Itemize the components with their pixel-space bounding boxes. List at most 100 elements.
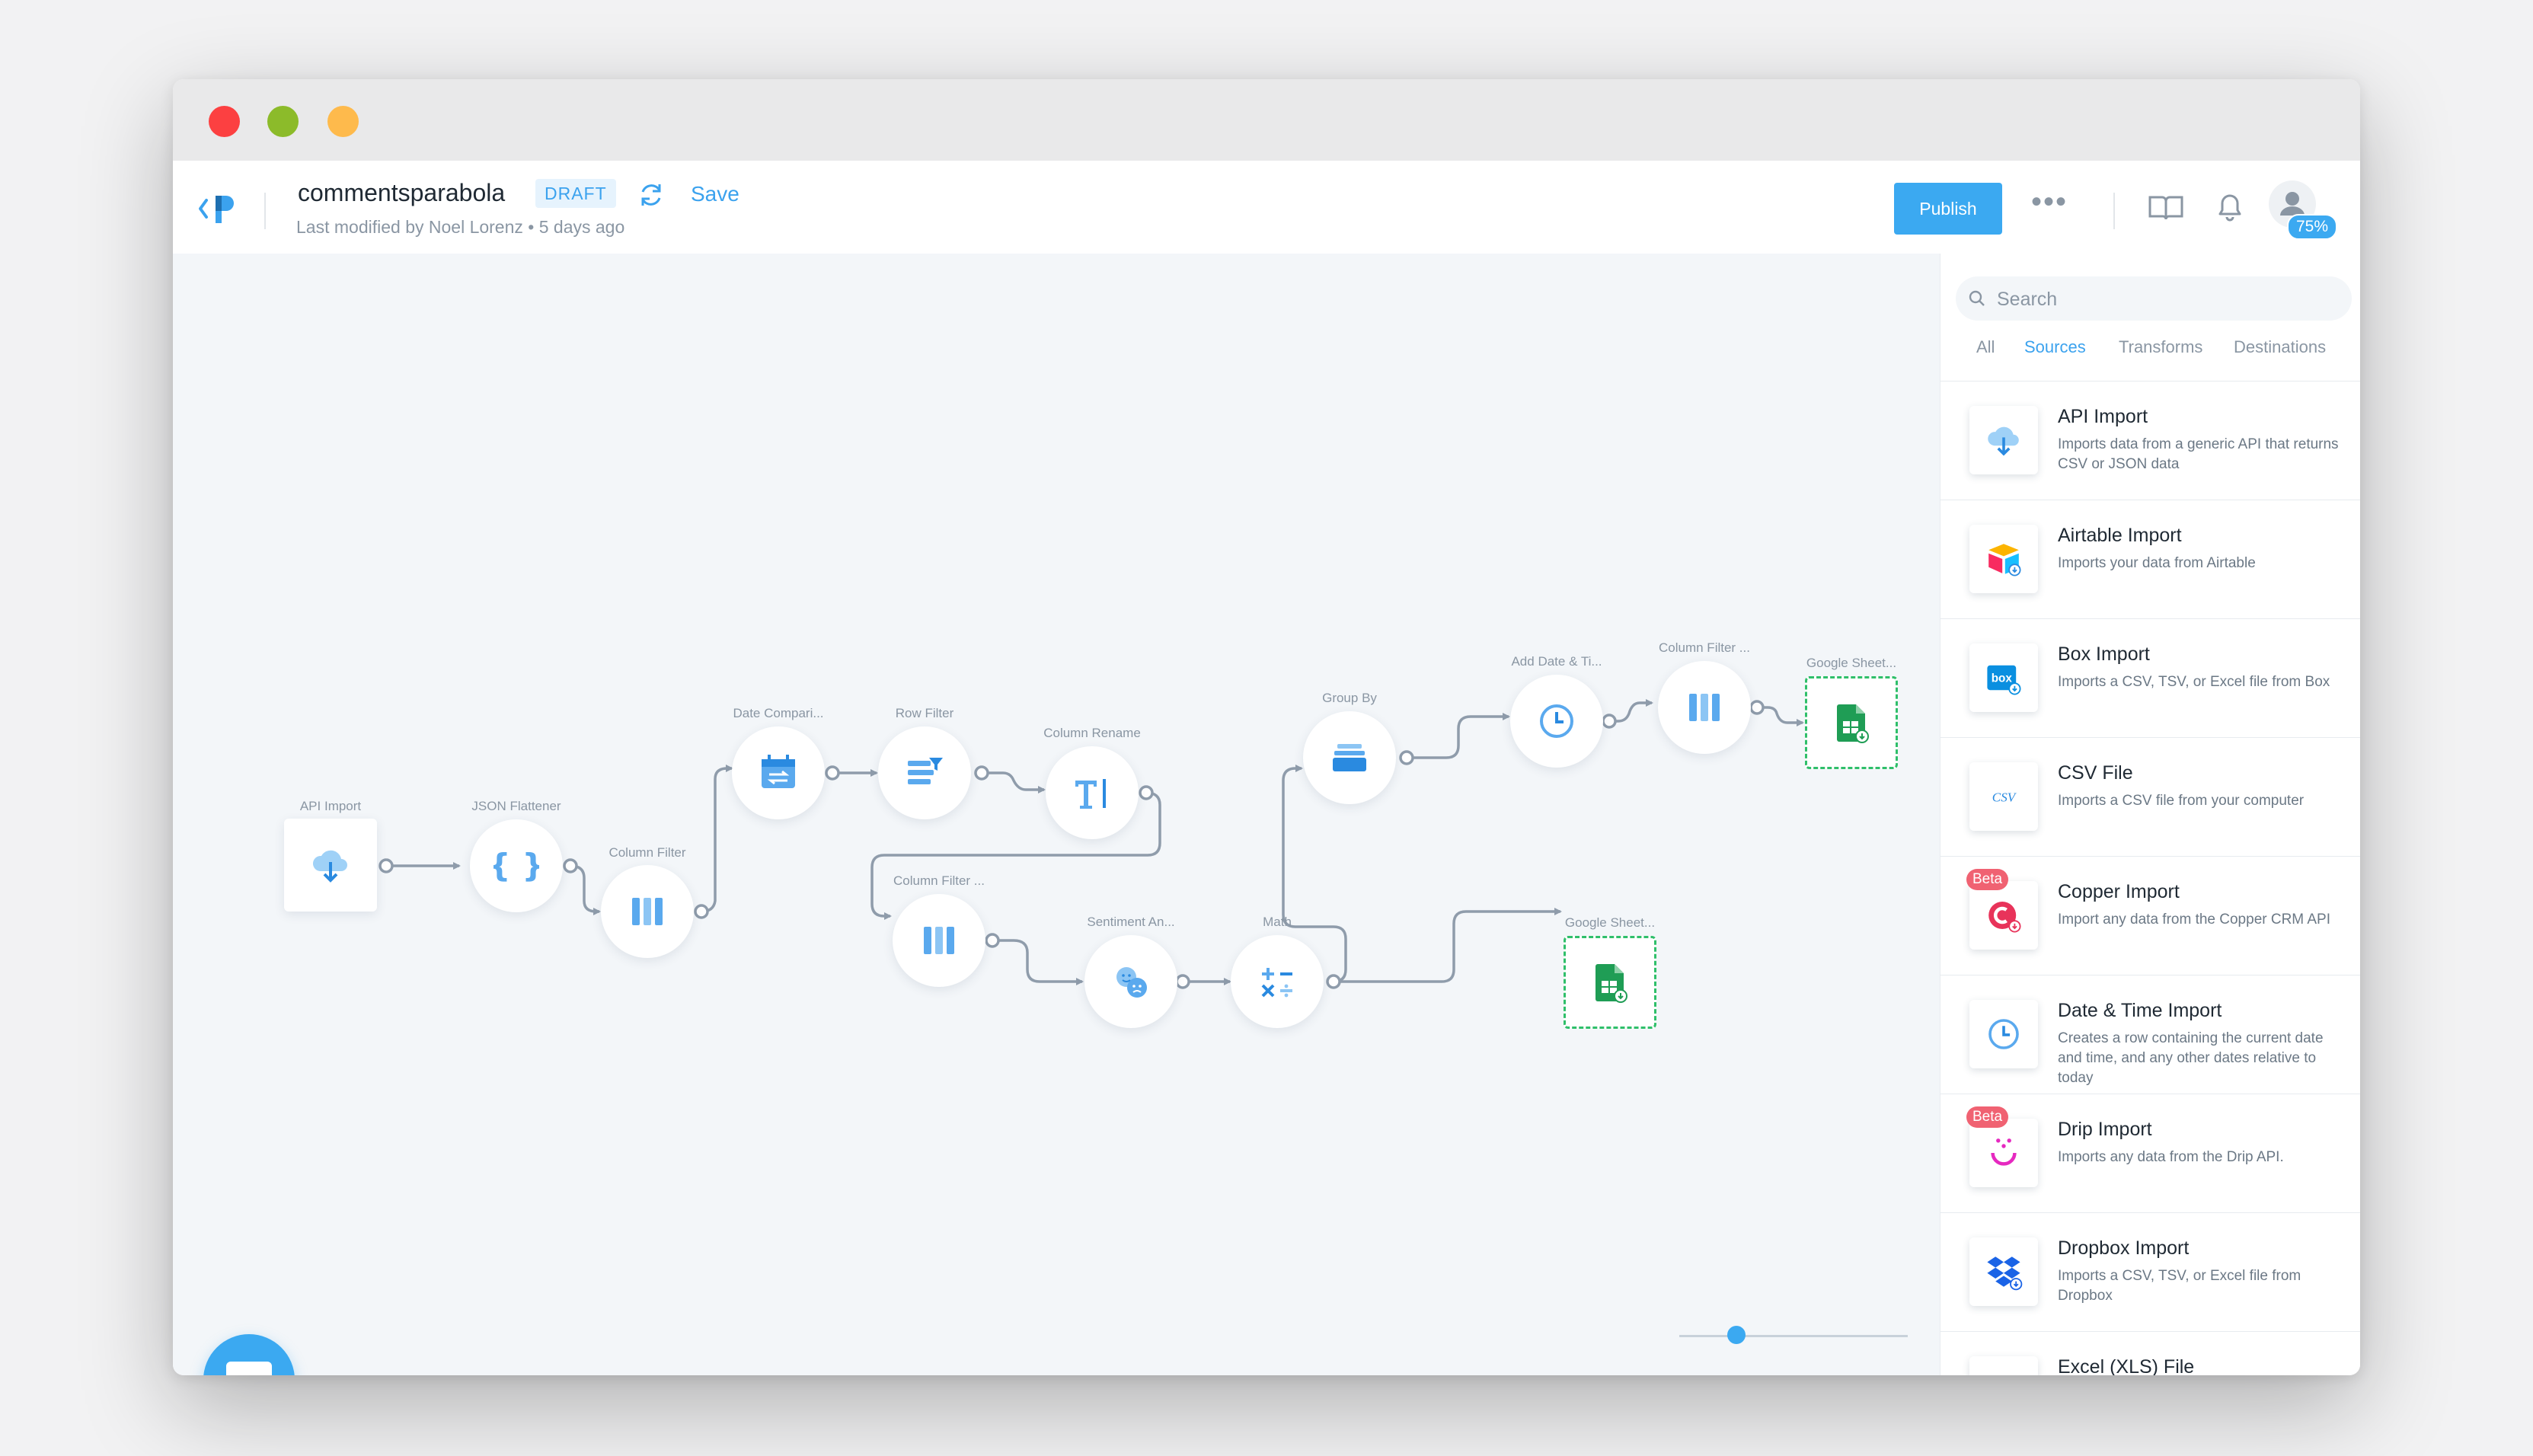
google-sheets-icon <box>1837 704 1869 743</box>
edge-row-rename <box>982 771 1046 793</box>
node-label: Group By <box>1322 691 1377 705</box>
node-label: Column Filter ... <box>893 873 985 888</box>
item-description: Imports a CSV, TSV, or Excel file from D… <box>2058 1268 2301 1304</box>
item-description: Imports any data from the Drip API. <box>2058 1149 2284 1165</box>
zoom-slider[interactable] <box>1679 1335 1908 1337</box>
tab-sources[interactable]: Sources <box>2024 337 2086 357</box>
node-google-sheets-1[interactable] <box>1805 676 1898 769</box>
header: commentsparabola DRAFT Save Last modifie… <box>173 161 2360 254</box>
node-label: API Import <box>299 799 362 813</box>
port-math <box>1326 974 1341 989</box>
search-input[interactable] <box>1995 276 2333 322</box>
flow-canvas[interactable]: API Import { } JSON Flattener Column Fil… <box>173 254 1940 1375</box>
faces-icon <box>1116 967 1147 998</box>
cloud-download-icon <box>1988 426 2019 456</box>
node-column-filter-3[interactable] <box>1658 661 1751 754</box>
node-api-import[interactable] <box>284 819 377 912</box>
chat-icon <box>226 1362 272 1375</box>
docs-book-icon[interactable] <box>2147 188 2185 226</box>
list-item-csv-file[interactable]: CSV CSV File Imports a CSV file from you… <box>1940 738 2360 857</box>
more-options-button[interactable]: ••• <box>2031 187 2074 222</box>
status-badge: DRAFT <box>535 179 616 208</box>
header-divider <box>264 193 266 229</box>
project-title[interactable]: commentsparabola <box>298 179 505 207</box>
node-column-filter-1[interactable] <box>601 865 694 958</box>
refresh-icon[interactable] <box>636 180 666 210</box>
port-colfilter2 <box>985 933 1000 948</box>
save-button[interactable]: Save <box>691 182 739 206</box>
publish-button[interactable]: Publish <box>1894 183 2002 235</box>
port-date <box>825 765 840 781</box>
port-json <box>563 858 578 873</box>
edge-colfilter2-sentiment <box>992 939 1084 985</box>
close-window-button[interactable] <box>209 106 240 137</box>
beta-badge: Beta <box>1966 869 2009 890</box>
node-add-date[interactable] <box>1510 675 1603 768</box>
node-row-filter[interactable] <box>878 726 971 819</box>
list-item-excel-file[interactable]: Excel (XLS) File <box>1940 1332 2360 1375</box>
list-item-api-import[interactable]: API Import Imports data from a generic A… <box>1940 382 2360 500</box>
maximize-window-button[interactable] <box>327 106 359 137</box>
item-description: Import any data from the Copper CRM API <box>2058 912 2330 928</box>
node-group-by[interactable] <box>1303 711 1396 804</box>
columns-icon <box>1689 694 1720 721</box>
item-icon-box <box>1969 1000 2038 1068</box>
node-label: Add Date & Ti... <box>1511 654 1602 669</box>
chat-button[interactable] <box>203 1334 295 1375</box>
copper-icon <box>1988 902 2021 933</box>
svg-text:{ }: { } <box>494 847 539 884</box>
item-name: Excel (XLS) File <box>2058 1356 2195 1375</box>
stack-icon <box>1333 744 1366 771</box>
node-sentiment[interactable] <box>1084 935 1177 1028</box>
list-item-airtable-import[interactable]: Airtable Import Imports your data from A… <box>1940 500 2360 619</box>
braces-icon: { } <box>494 847 539 884</box>
excel-icon <box>1983 1370 2024 1375</box>
list-item-date-time-import[interactable]: Date & Time Import Creates a row contain… <box>1940 975 2360 1094</box>
cloud-download-icon <box>312 850 347 883</box>
zoom-slider-handle[interactable] <box>1727 1326 1746 1344</box>
header-divider-2 <box>2113 193 2115 229</box>
item-name: Drip Import <box>2058 1119 2152 1140</box>
list-item-box-import[interactable]: box Box Import Imports a CSV, TSV, or Ex… <box>1940 619 2360 738</box>
columns-icon <box>924 927 954 954</box>
list-item-dropbox-import[interactable]: Dropbox Import Imports a CSV, TSV, or Ex… <box>1940 1213 2360 1332</box>
tab-transforms[interactable]: Transforms <box>2119 337 2202 357</box>
zoom-badge: 75% <box>2287 214 2338 240</box>
calendar-compare-icon <box>762 755 795 788</box>
item-description: Creates a row containing the current dat… <box>2058 1030 2324 1086</box>
search-box[interactable] <box>1956 276 2352 322</box>
app-window: commentsparabola DRAFT Save Last modifie… <box>173 79 2360 1375</box>
node-math[interactable] <box>1231 935 1324 1028</box>
modified-time: 5 days ago <box>538 217 625 237</box>
node-label: Column Rename <box>1043 726 1141 740</box>
port-groupby <box>1399 750 1414 765</box>
bell-icon[interactable] <box>2211 188 2249 226</box>
tab-destinations[interactable]: Destinations <box>2234 337 2326 357</box>
row-filter-icon <box>908 758 943 784</box>
item-icon-box <box>1969 525 2038 593</box>
clock-icon <box>1540 704 1573 738</box>
list-item-drip-import[interactable]: Beta Drip Import Imports any data from t… <box>1940 1094 2360 1213</box>
modified-text: Last modified by Noel Lorenz <box>296 217 523 237</box>
svg-text:box: box <box>1992 672 2013 685</box>
node-date-compare[interactable] <box>732 726 825 819</box>
item-name: Airtable Import <box>2058 525 2182 546</box>
google-sheets-icon <box>1596 964 1627 1003</box>
edge-groupby-adddate <box>1407 713 1510 759</box>
port-row <box>974 765 989 781</box>
node-column-rename[interactable] <box>1046 746 1139 839</box>
node-google-sheets-2[interactable] <box>1564 936 1656 1029</box>
list-item-copper-import[interactable]: Beta Copper Import Import any data from … <box>1940 857 2360 975</box>
edge-json-colfilter <box>570 864 601 915</box>
node-column-filter-2[interactable] <box>893 894 985 987</box>
item-name: API Import <box>2058 406 2148 427</box>
tab-all[interactable]: All <box>1976 337 1995 357</box>
back-logo-icon[interactable] <box>196 190 241 228</box>
node-label: Column Filter ... <box>1659 640 1750 655</box>
beta-badge: Beta <box>1966 1106 2009 1128</box>
item-name: Box Import <box>2058 643 2150 665</box>
node-json-flattener[interactable]: { } <box>470 819 563 912</box>
minimize-window-button[interactable] <box>267 106 299 137</box>
port-adddate <box>1602 714 1617 729</box>
item-name: Copper Import <box>2058 881 2180 902</box>
